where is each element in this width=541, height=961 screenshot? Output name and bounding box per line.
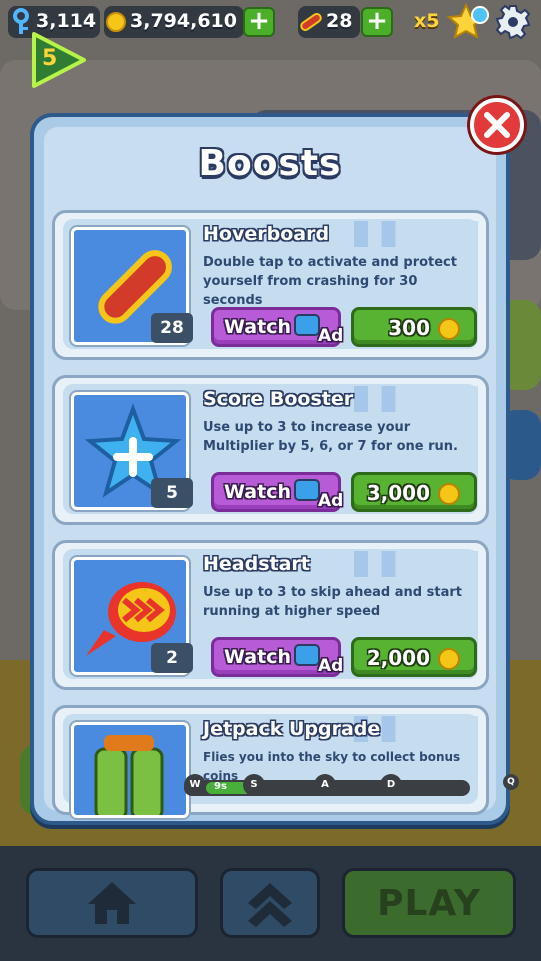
ad-label: Ad: [318, 491, 344, 511]
star-icon[interactable]: [446, 3, 490, 41]
progress-node: D: [380, 774, 402, 796]
progress-time: 9s: [214, 781, 227, 792]
coin-icon: [438, 648, 460, 670]
hoverboard-icon: [300, 12, 322, 32]
progress-node: A: [314, 774, 336, 796]
top-hud: 3,114 3,794,610 + 28 + x5 5: [0, 0, 541, 88]
watch-ad-button[interactable]: Watch Ad: [211, 472, 344, 512]
add-hoverboards-button[interactable]: +: [361, 7, 393, 37]
chevrons-up-icon: [248, 883, 292, 927]
home-button[interactable]: [26, 868, 198, 938]
play-button[interactable]: PLAY: [342, 868, 516, 938]
gear-icon[interactable]: [495, 4, 531, 40]
price-label: 3,000: [366, 481, 430, 505]
boost-description: Double tap to activate and protect yours…: [203, 255, 457, 308]
hoverboards-count: 28: [326, 10, 353, 32]
jetpack-thumb: [71, 722, 189, 818]
level-badge[interactable]: [30, 30, 88, 90]
level-number: 5: [42, 46, 58, 71]
watch-ad-button[interactable]: Watch Ad: [211, 307, 344, 347]
item-count: 28: [151, 313, 193, 343]
close-button[interactable]: [470, 98, 524, 152]
panel-title: Boosts: [198, 143, 342, 184]
buy-button[interactable]: 300: [351, 307, 477, 347]
tv-icon: [294, 479, 320, 501]
upgrade-button[interactable]: [220, 868, 320, 938]
boost-title: Headstart: [203, 551, 478, 577]
boost-title: Score Booster: [203, 386, 478, 412]
keys-count: 3,114: [36, 10, 97, 32]
item-count: 2: [151, 643, 193, 673]
boost-description: Use up to 3 to increase your Multiplier …: [203, 420, 458, 454]
coins-count: 3,794,610: [130, 10, 237, 32]
coin-icon: [438, 483, 460, 505]
boost-card-jetpack: Jetpack Upgrade Flies you into the sky t…: [52, 705, 489, 818]
boost-card-hoverboard: 28 Hoverboard Double tap to activate and…: [52, 210, 489, 360]
boost-title: Jetpack Upgrade: [203, 716, 478, 742]
progress-extra-node: Q: [503, 774, 519, 790]
home-icon: [88, 882, 136, 924]
ad-label: Ad: [318, 656, 344, 676]
buy-button[interactable]: 3,000: [351, 472, 477, 512]
watch-label: Watch: [224, 646, 291, 668]
boost-description: Use up to 3 to skip ahead and start runn…: [203, 585, 462, 619]
watch-label: Watch: [224, 316, 291, 338]
progress-node: W: [184, 774, 206, 796]
jetpack-icon: [94, 735, 164, 815]
buy-button[interactable]: 2,000: [351, 637, 477, 677]
boost-card-headstart: 2 Headstart Use up to 3 to skip ahead an…: [52, 540, 489, 690]
ad-label: Ad: [318, 326, 344, 346]
price-label: 2,000: [366, 646, 430, 670]
tv-icon: [294, 314, 320, 336]
watch-label: Watch: [224, 481, 291, 503]
watch-ad-button[interactable]: Watch Ad: [211, 637, 344, 677]
close-icon: [484, 112, 510, 138]
boost-title: Hoverboard: [203, 221, 478, 247]
plus-icon: +: [366, 6, 388, 36]
item-count: 5: [151, 478, 193, 508]
boost-card-score-booster: 5 Score Booster Use up to 3 to increase …: [52, 375, 489, 525]
key-icon: [13, 8, 29, 34]
add-coins-button[interactable]: +: [243, 7, 275, 37]
play-button-label: PLAY: [377, 882, 481, 924]
multiplier-label: x5: [414, 10, 440, 32]
plus-icon: +: [248, 6, 270, 36]
price-label: 300: [388, 316, 430, 340]
tv-icon: [294, 644, 320, 666]
progress-node: S: [243, 774, 265, 796]
coin-icon: [106, 12, 126, 32]
coin-icon: [438, 318, 460, 340]
